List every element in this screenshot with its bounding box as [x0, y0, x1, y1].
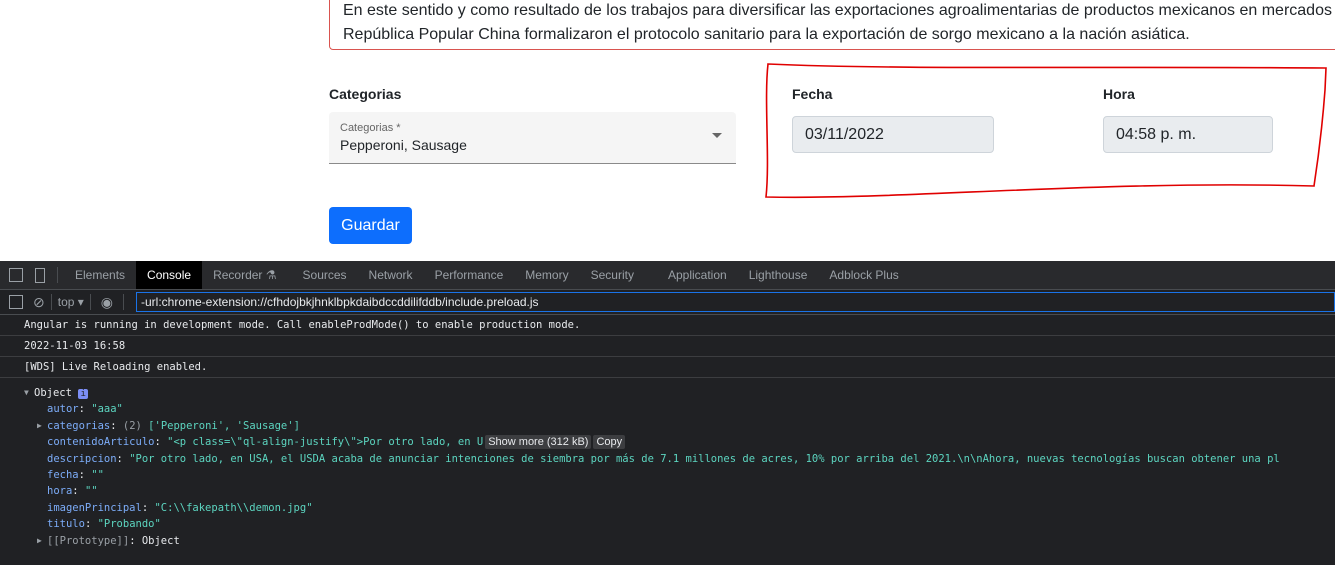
- categorias-select[interactable]: Categorias * Pepperoni, Sausage: [329, 112, 736, 164]
- tab-security[interactable]: Security: [580, 261, 645, 289]
- eye-icon[interactable]: ◉: [101, 294, 113, 311]
- tab-memory[interactable]: Memory: [514, 261, 579, 289]
- fecha-label: Fecha: [792, 86, 833, 102]
- property-imagenPrincipal: imagenPrincipal: "C:\\fakepath\\demon.jp…: [47, 501, 313, 514]
- tab-elements[interactable]: Elements: [64, 261, 136, 289]
- console-message: 2022-11-03 16:58: [0, 336, 1335, 357]
- property-titulo: titulo: "Probando": [47, 518, 161, 531]
- save-button[interactable]: Guardar: [329, 207, 412, 244]
- chevron-down-icon: [712, 133, 722, 138]
- property-fecha: fecha: "": [47, 469, 104, 482]
- article-line: En este sentido y como resultado de los …: [343, 2, 1332, 19]
- fecha-input[interactable]: 03/11/2022: [792, 116, 994, 153]
- article-content-editor[interactable]: En este sentido y como resultado de los …: [329, 0, 1335, 50]
- tab-sources[interactable]: Sources: [292, 261, 358, 289]
- device-toolbar-icon[interactable]: [35, 267, 45, 283]
- console-message: Angular is running in development mode. …: [0, 315, 1335, 336]
- hora-label: Hora: [1103, 86, 1135, 102]
- clear-console-icon[interactable]: ⊘: [33, 294, 45, 311]
- property-categorias[interactable]: ▶ categorias: (2) ['Pepperoni', 'Sausage'…: [0, 418, 1335, 434]
- show-more-button[interactable]: Show more (312 kB): [485, 435, 592, 450]
- expand-triangle-icon[interactable]: ▶: [37, 418, 42, 434]
- property-prototype[interactable]: ▶ [[Prototype]]: Object: [0, 533, 1335, 549]
- copy-button[interactable]: Copy: [593, 435, 626, 450]
- devtools-tabbar: Elements Console Recorder ⚗ Sources Netw…: [0, 261, 1335, 290]
- sidebar-toggle-icon[interactable]: [9, 295, 23, 309]
- info-icon: i: [78, 389, 89, 399]
- categorias-value: Pepperoni, Sausage: [340, 137, 467, 153]
- tab-performance[interactable]: Performance: [424, 261, 515, 289]
- console-filter-input[interactable]: -url:chrome-extension://cfhdojbkjhnklbpk…: [136, 292, 1335, 312]
- article-form: En este sentido y como resultado de los …: [0, 0, 1335, 261]
- property-contenidoArticulo: contenidoArticulo: "<p class=\"ql-align-…: [0, 434, 1335, 450]
- categorias-label: Categorias: [329, 86, 402, 102]
- article-line: República Popular China formalizaron el …: [343, 26, 1190, 43]
- property-hora: hora: "": [47, 485, 98, 498]
- tab-console[interactable]: Console: [136, 261, 203, 289]
- tab-lighthouse[interactable]: Lighthouse: [738, 261, 819, 289]
- console-message: [WDS] Live Reloading enabled.: [0, 357, 1335, 378]
- inspect-element-icon[interactable]: [9, 268, 23, 282]
- tab-application[interactable]: Application: [657, 261, 738, 289]
- context-selector[interactable]: top ▾: [58, 295, 84, 309]
- tab-network[interactable]: Network: [358, 261, 424, 289]
- devtools-panel: Elements Console Recorder ⚗ Sources Netw…: [0, 261, 1335, 565]
- tab-adblock-plus[interactable]: Adblock Plus: [818, 261, 909, 289]
- object-header[interactable]: ▼ Object i: [0, 385, 1335, 401]
- tab-recorder[interactable]: Recorder ⚗: [202, 261, 287, 289]
- expand-triangle-icon[interactable]: ▼: [24, 385, 29, 401]
- property-autor: autor: "aaa": [47, 403, 123, 416]
- hora-input[interactable]: 04:58 p. m.: [1103, 116, 1273, 153]
- console-toolbar: ⊘ top ▾ ◉ -url:chrome-extension://cfhdoj…: [0, 290, 1335, 315]
- categorias-float-label: Categorias *: [340, 122, 401, 134]
- expand-triangle-icon[interactable]: ▶: [37, 533, 42, 549]
- property-descripcion: descripcion: "Por otro lado, en USA, el …: [47, 452, 1280, 465]
- console-object: ▼ Object i autor: "aaa" ▶ categorias: (2) …: [0, 378, 1335, 549]
